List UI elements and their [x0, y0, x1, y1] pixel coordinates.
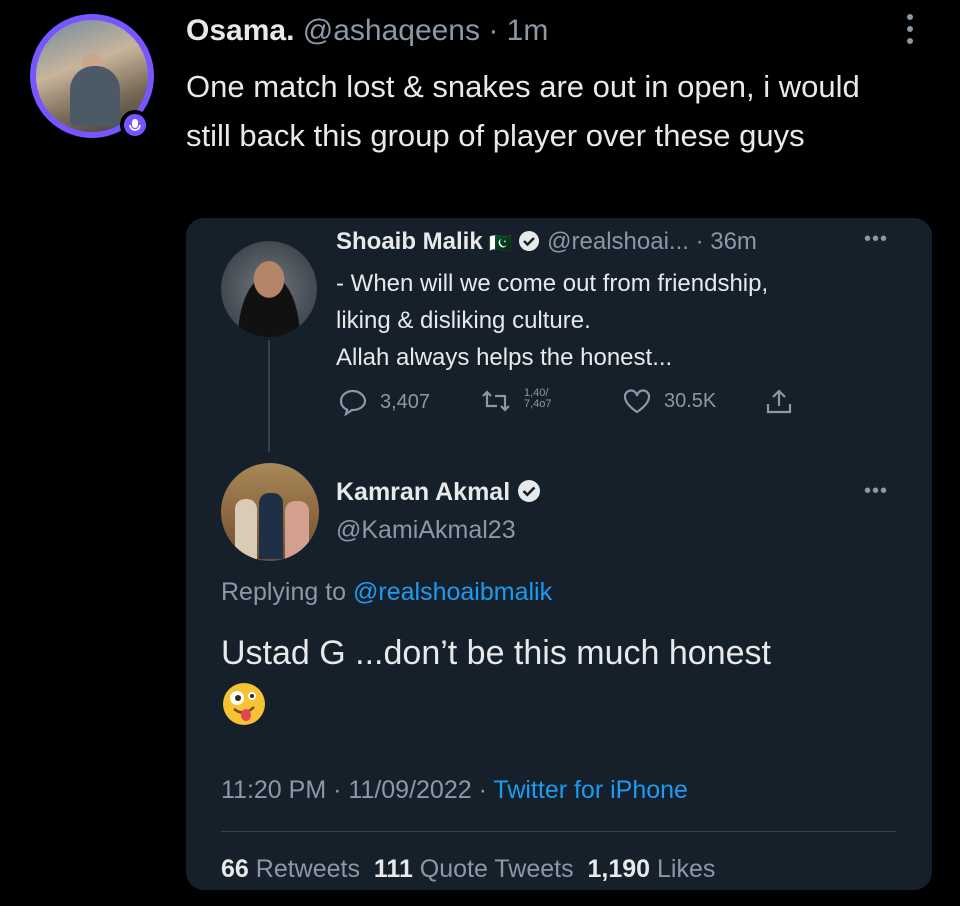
- tweet-meta: 11:20 PM · 11/09/2022 · Twitter for iPho…: [221, 776, 688, 804]
- reply-action[interactable]: 3,407: [338, 388, 430, 416]
- author-handle[interactable]: @ashaqeens: [303, 14, 480, 47]
- author-name[interactable]: Kamran Akmal: [336, 478, 510, 506]
- verified-badge-icon: [517, 479, 541, 510]
- more-options-icon[interactable]: •••: [864, 480, 888, 503]
- avatar-shoaib-malik[interactable]: [221, 241, 317, 337]
- zany-face-emoji-icon: [223, 683, 265, 725]
- author-handle[interactable]: @KamiAkmal23: [336, 516, 516, 545]
- author-name-row: Kamran Akmal: [336, 478, 541, 510]
- author-handle[interactable]: @realshoai...: [547, 228, 689, 255]
- quoted-tweet-header: Shoaib Malik 🇵🇰 @realshoai... · 36m: [336, 228, 757, 259]
- retweet-icon: [482, 390, 510, 412]
- share-icon: [766, 389, 792, 414]
- verified-badge-icon: [518, 230, 540, 259]
- like-action[interactable]: 30.5K: [622, 388, 716, 414]
- replying-to-label: Replying to: [221, 578, 347, 606]
- replying-to: Replying to @realshoaibmalik: [221, 578, 552, 607]
- replying-to-handle[interactable]: @realshoaibmalik: [353, 578, 552, 606]
- engagement-stats: 66 Retweets 111 Quote Tweets 1,190 Likes: [221, 855, 715, 884]
- quote-tweets-stat[interactable]: 111 Quote Tweets: [374, 855, 574, 883]
- heart-icon: [623, 389, 651, 414]
- retweet-count-bottom: 7,4o7: [524, 398, 552, 410]
- tweet-text-line: - When will we come out from friendship,: [336, 270, 769, 297]
- more-options-icon[interactable]: [900, 12, 920, 48]
- retweets-stat[interactable]: 66 Retweets: [221, 855, 360, 883]
- share-action[interactable]: [764, 388, 794, 416]
- reply-icon: [339, 389, 367, 416]
- thread-connector-line: [268, 340, 270, 452]
- likes-stat[interactable]: 1,190 Likes: [588, 855, 716, 883]
- tweet-source[interactable]: Twitter for iPhone: [493, 776, 688, 804]
- tweet-text: One match lost & snakes are out in open,…: [186, 69, 860, 153]
- reply-count: 3,407: [380, 390, 431, 413]
- tweet-date[interactable]: 11/09/2022: [348, 776, 471, 804]
- tweet-text-line: liking & disliking culture.: [336, 307, 591, 334]
- tweet-text-line: Allah always helps the honest...: [336, 344, 673, 371]
- more-options-icon[interactable]: •••: [864, 228, 888, 251]
- spaces-mic-icon: [120, 110, 150, 140]
- retweet-action[interactable]: 1,40/ 7,4o7: [480, 388, 552, 414]
- tweet-time[interactable]: 11:20 PM: [221, 776, 326, 804]
- tweet-text: - When will we come out from friendship,…: [336, 265, 896, 376]
- outer-tweet-header: Osama. @ashaqeens · 1m: [186, 14, 549, 47]
- pakistan-flag-icon: 🇵🇰: [489, 233, 512, 253]
- author-name[interactable]: Shoaib Malik: [336, 228, 483, 255]
- avatar-kamran-akmal[interactable]: [221, 463, 319, 561]
- like-count: 30.5K: [664, 389, 717, 412]
- tweet-time[interactable]: 1m: [507, 14, 549, 47]
- tweet-time[interactable]: 36m: [710, 228, 757, 255]
- author-name[interactable]: Osama.: [186, 14, 294, 47]
- reply-text: Ustad G ...don’t be this much honest: [221, 634, 771, 672]
- divider: [221, 831, 896, 832]
